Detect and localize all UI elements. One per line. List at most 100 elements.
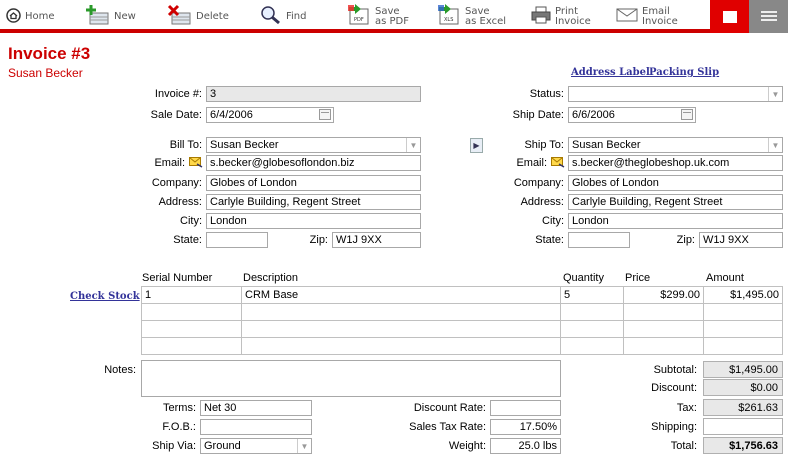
chevron-down-icon: ▼	[768, 138, 782, 152]
discount-rate-label: Discount Rate:	[413, 402, 486, 414]
bill-to-select[interactable]: Susan Becker ▼	[206, 137, 421, 153]
tax-value: $261.63	[703, 399, 783, 416]
notes-label: Notes:	[104, 364, 136, 376]
sales-tax-rate-field[interactable]: 17.50%	[490, 419, 561, 435]
status-label: Status:	[529, 88, 564, 100]
send-email-icon[interactable]	[551, 157, 565, 168]
discount-value: $0.00	[703, 379, 783, 396]
description-cell[interactable]	[241, 320, 561, 338]
ship-state-field[interactable]	[568, 232, 630, 248]
ship-date-field[interactable]: 6/6/2006	[568, 107, 696, 123]
quantity-cell[interactable]	[560, 320, 624, 338]
serial-cell[interactable]: 1	[141, 286, 242, 304]
ship-city-field[interactable]: London	[568, 213, 783, 229]
bill-email-field[interactable]: s.becker@globesoflondon.biz	[206, 155, 421, 171]
save-as-pdf-label: Save as PDF	[375, 5, 409, 27]
bill-to-value: Susan Becker	[210, 139, 279, 151]
description-cell[interactable]	[241, 303, 561, 321]
price-cell[interactable]	[623, 303, 704, 321]
total-label: Total:	[670, 440, 697, 452]
bill-state-field[interactable]	[206, 232, 268, 248]
serial-cell[interactable]	[141, 320, 242, 338]
ship-company-field[interactable]: Globes of London	[568, 175, 783, 191]
amount-cell	[703, 337, 783, 355]
ship-zip-field[interactable]: W1J 9XX	[699, 232, 783, 248]
invoice-number-field: 3	[206, 86, 421, 102]
pdf-badge: PDF	[354, 17, 364, 23]
terms-field[interactable]: Net 30	[200, 400, 312, 416]
amount-cell: $1,495.00	[703, 286, 783, 304]
list-view-button[interactable]	[749, 0, 788, 33]
quantity-cell[interactable]	[560, 337, 624, 355]
address-label-link[interactable]: Address Label	[571, 67, 650, 78]
serial-cell[interactable]	[141, 337, 242, 355]
ship-address-field[interactable]: Carlyle Building, Regent Street	[568, 194, 783, 210]
sale-date-value: 6/4/2006	[210, 109, 253, 121]
copy-bill-to-ship-button[interactable]: ▶	[470, 138, 483, 153]
quantity-cell[interactable]	[560, 303, 624, 321]
shipping-field[interactable]	[703, 418, 783, 435]
subtotal-value: $1,495.00	[703, 361, 783, 378]
description-cell[interactable]: CRM Base	[241, 286, 561, 304]
check-stock-link[interactable]: Check Stock	[70, 291, 140, 302]
view-toggle	[710, 0, 788, 33]
description-header: Description	[243, 272, 299, 284]
serial-cell[interactable]	[141, 303, 242, 321]
quantity-cell[interactable]: 5	[560, 286, 624, 304]
form-view-button[interactable]	[710, 0, 749, 33]
new-button[interactable]: New	[84, 0, 136, 33]
list-view-icon	[760, 10, 777, 21]
subtotal-label: Subtotal:	[653, 364, 697, 376]
bill-city-field[interactable]: London	[206, 213, 421, 229]
bill-email-label: Email:	[154, 157, 185, 169]
calendar-icon[interactable]	[319, 109, 331, 120]
customer-name-heading: Susan Becker	[8, 66, 83, 80]
ship-to-select[interactable]: Susan Becker ▼	[568, 137, 783, 153]
ship-to-label: Ship To:	[524, 139, 564, 151]
ship-via-value: Ground	[204, 440, 241, 452]
packing-slip-link[interactable]: Packing Slip	[649, 67, 719, 78]
bill-company-field[interactable]: Globes of London	[206, 175, 421, 191]
email-invoice-button[interactable]: Email Invoice	[616, 0, 678, 33]
discount-rate-field[interactable]	[490, 400, 561, 416]
terms-label: Terms:	[163, 402, 196, 414]
print-invoice-label: Print Invoice	[555, 5, 591, 27]
save-as-pdf-button[interactable]: PDF Save as PDF	[347, 0, 409, 33]
ship-date-value: 6/6/2006	[572, 109, 615, 121]
notes-field[interactable]	[141, 360, 561, 397]
bill-to-label: Bill To:	[169, 139, 202, 151]
tax-label: Tax:	[676, 402, 697, 414]
price-cell[interactable]: $299.00	[623, 286, 704, 304]
home-button[interactable]: Home	[6, 0, 55, 33]
amount-cell	[703, 303, 783, 321]
calendar-icon[interactable]	[681, 109, 693, 120]
bill-zip-label: Zip:	[309, 234, 328, 246]
bill-city-label: City:	[180, 215, 202, 227]
weight-label: Weight:	[448, 440, 486, 452]
bill-address-label: Address:	[158, 196, 202, 208]
ship-via-select[interactable]: Ground ▼	[200, 438, 312, 454]
weight-field[interactable]: 25.0 lbs	[490, 438, 561, 454]
envelope-icon	[616, 7, 638, 26]
delete-button[interactable]: Delete	[166, 0, 229, 33]
find-button[interactable]: Find	[260, 0, 307, 33]
new-label: New	[114, 10, 136, 22]
price-cell[interactable]	[623, 337, 704, 355]
send-email-icon[interactable]	[189, 157, 203, 168]
ship-email-field[interactable]: s.becker@theglobeshop.uk.com	[568, 155, 783, 171]
ship-zip-label: Zip:	[676, 234, 695, 246]
save-as-excel-button[interactable]: XLS Save as Excel	[437, 0, 506, 33]
excel-file-icon: XLS	[437, 4, 461, 29]
ship-city-label: City:	[542, 215, 564, 227]
bill-zip-field[interactable]: W1J 9XX	[332, 232, 421, 248]
print-invoice-button[interactable]: Print Invoice	[531, 0, 591, 33]
ship-via-label: Ship Via:	[152, 440, 196, 452]
amount-cell	[703, 320, 783, 338]
bill-state-label: State:	[173, 234, 202, 246]
fob-field[interactable]	[200, 419, 312, 435]
description-cell[interactable]	[241, 337, 561, 355]
sale-date-field[interactable]: 6/4/2006	[206, 107, 334, 123]
status-select[interactable]: ▼	[568, 86, 783, 102]
bill-address-field[interactable]: Carlyle Building, Regent Street	[206, 194, 421, 210]
price-cell[interactable]	[623, 320, 704, 338]
